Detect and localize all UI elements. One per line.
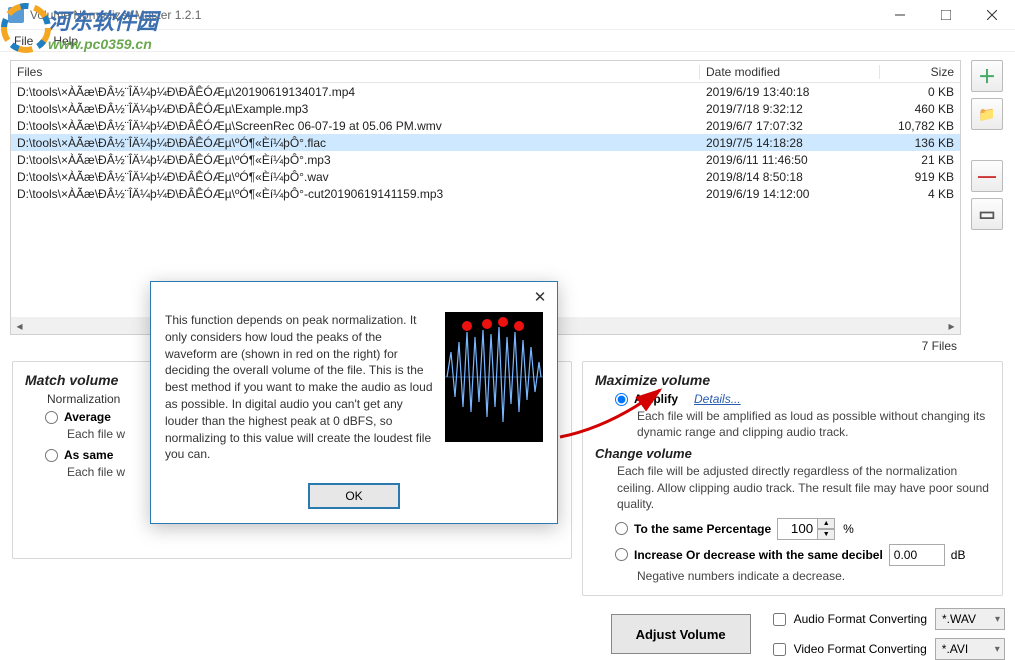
menu-help[interactable]: Help [45, 32, 86, 50]
dialog-close-button[interactable]: ✕ [525, 284, 555, 310]
cell-size: 0 KB [880, 85, 960, 99]
dialog-text: This function depends on peak normalizat… [165, 312, 435, 463]
decibel-label: Increase Or decrease with the same decib… [634, 548, 883, 562]
audio-convert-label: Audio Format Converting [794, 612, 927, 626]
decibel-input[interactable] [889, 544, 945, 566]
table-row[interactable]: D:\tools\×ÀÃæ\ÐÂ½¨ÎÄ¼þ¼Ð\ÐÂÊÓÆµ\ScreenRe… [11, 117, 960, 134]
cell-date: 2019/6/19 13:40:18 [700, 85, 880, 99]
dialog-ok-button[interactable]: OK [308, 483, 400, 509]
clear-icon: ▭ [978, 204, 995, 225]
file-list-header: Files Date modified Size [11, 61, 960, 83]
amplify-desc: Each file will be amplified as loud as p… [637, 408, 990, 440]
cell-date: 2019/7/18 9:32:12 [700, 102, 880, 116]
audio-format-combo[interactable]: *.WAV [935, 608, 1005, 630]
cell-date: 2019/7/5 14:18:28 [700, 136, 880, 150]
amplify-radio[interactable] [615, 393, 628, 406]
video-format-combo[interactable]: *.AVI [935, 638, 1005, 660]
audio-convert-checkbox[interactable] [773, 613, 786, 626]
percentage-input[interactable] [777, 518, 817, 540]
cell-size: 10,782 KB [880, 119, 960, 133]
details-dialog: ✕ This function depends on peak normaliz… [150, 281, 558, 524]
cell-size: 4 KB [880, 187, 960, 201]
table-row[interactable]: D:\tools\×ÀÃæ\ÐÂ½¨ÎÄ¼þ¼Ð\ÐÂÊÓÆµ\Example.… [11, 100, 960, 117]
video-convert-checkbox[interactable] [773, 643, 786, 656]
cell-path: D:\tools\×ÀÃæ\ÐÂ½¨ÎÄ¼þ¼Ð\ÐÂÊÓÆµ\ºÓ¶«Èí¼þ… [11, 153, 700, 167]
col-files[interactable]: Files [11, 65, 700, 79]
add-file-button[interactable]: ＋ [971, 60, 1003, 92]
table-row[interactable]: D:\tools\×ÀÃæ\ÐÂ½¨ÎÄ¼þ¼Ð\ÐÂÊÓÆµ\20190619… [11, 83, 960, 100]
as-same-radio[interactable] [45, 449, 58, 462]
average-radio[interactable] [45, 411, 58, 424]
app-icon [8, 7, 24, 23]
folder-plus-icon: 📁 [978, 106, 995, 123]
plus-icon: ＋ [978, 63, 996, 89]
to-percentage-label: To the same Percentage [634, 522, 771, 536]
maximize-volume-title: Maximize volume [595, 372, 990, 388]
menu-bar: File Help [0, 30, 1015, 52]
average-label: Average [64, 410, 111, 424]
waveform-preview [445, 312, 543, 442]
cell-path: D:\tools\×ÀÃæ\ÐÂ½¨ÎÄ¼þ¼Ð\ÐÂÊÓÆµ\ºÓ¶«Èí¼þ… [11, 187, 700, 201]
cell-size: 21 KB [880, 153, 960, 167]
scroll-right-icon[interactable]: ▸ [943, 317, 960, 334]
cell-path: D:\tools\×ÀÃæ\ÐÂ½¨ÎÄ¼þ¼Ð\ÐÂÊÓÆµ\ScreenRe… [11, 119, 700, 133]
percentage-suffix: % [843, 522, 854, 536]
cell-size: 460 KB [880, 102, 960, 116]
cell-date: 2019/6/7 17:07:32 [700, 119, 880, 133]
as-same-label: As same [64, 448, 113, 462]
cell-date: 2019/6/11 11:46:50 [700, 153, 880, 167]
adjust-volume-button[interactable]: Adjust Volume [611, 614, 751, 654]
maximize-button[interactable] [923, 0, 969, 30]
add-folder-button[interactable]: 📁 [971, 98, 1003, 130]
remove-file-button[interactable]: — [971, 160, 1003, 192]
table-row[interactable]: D:\tools\×ÀÃæ\ÐÂ½¨ÎÄ¼þ¼Ð\ÐÂÊÓÆµ\ºÓ¶«Èí¼þ… [11, 168, 960, 185]
col-size[interactable]: Size [880, 65, 960, 79]
decibel-radio[interactable] [615, 548, 628, 561]
cell-path: D:\tools\×ÀÃæ\ÐÂ½¨ÎÄ¼þ¼Ð\ÐÂÊÓÆµ\ºÓ¶«Èí¼þ… [11, 170, 700, 184]
menu-file[interactable]: File [6, 32, 41, 50]
cell-date: 2019/6/19 14:12:00 [700, 187, 880, 201]
cell-size: 919 KB [880, 170, 960, 184]
video-convert-label: Video Format Converting [794, 642, 927, 656]
cell-path: D:\tools\×ÀÃæ\ÐÂ½¨ÎÄ¼þ¼Ð\ÐÂÊÓÆµ\20190619… [11, 85, 700, 99]
change-volume-title: Change volume [595, 446, 990, 461]
to-percentage-radio[interactable] [615, 522, 628, 535]
decibel-note: Negative numbers indicate a decrease. [637, 568, 990, 584]
cell-path: D:\tools\×ÀÃæ\ÐÂ½¨ÎÄ¼þ¼Ð\ÐÂÊÓÆµ\ºÓ¶«Èí¼þ… [11, 136, 700, 150]
minus-icon: — [978, 166, 996, 187]
table-row[interactable]: D:\tools\×ÀÃæ\ÐÂ½¨ÎÄ¼þ¼Ð\ÐÂÊÓÆµ\ºÓ¶«Èí¼þ… [11, 134, 960, 151]
col-date[interactable]: Date modified [700, 65, 880, 79]
percentage-spinner[interactable]: ▲▼ [777, 518, 837, 540]
table-row[interactable]: D:\tools\×ÀÃæ\ÐÂ½¨ÎÄ¼þ¼Ð\ÐÂÊÓÆµ\ºÓ¶«Èí¼þ… [11, 151, 960, 168]
maximize-volume-group: Maximize volume Amplify Details... Each … [582, 361, 1003, 596]
cell-date: 2019/8/14 8:50:18 [700, 170, 880, 184]
close-icon: ✕ [534, 288, 547, 306]
cell-size: 136 KB [880, 136, 960, 150]
table-row[interactable]: D:\tools\×ÀÃæ\ÐÂ½¨ÎÄ¼þ¼Ð\ÐÂÊÓÆµ\ºÓ¶«Èí¼þ… [11, 185, 960, 202]
minimize-button[interactable] [877, 0, 923, 30]
spin-down-icon[interactable]: ▼ [817, 529, 835, 540]
clear-list-button[interactable]: ▭ [971, 198, 1003, 230]
change-volume-desc: Each file will be adjusted directly rega… [617, 463, 990, 512]
details-link[interactable]: Details... [694, 392, 741, 406]
cell-path: D:\tools\×ÀÃæ\ÐÂ½¨ÎÄ¼þ¼Ð\ÐÂÊÓÆµ\Example.… [11, 102, 700, 116]
scroll-left-icon[interactable]: ◂ [11, 317, 28, 334]
spin-up-icon[interactable]: ▲ [817, 518, 835, 529]
title-bar: Volume Normalizer Master 1.2.1 [0, 0, 1015, 30]
close-button[interactable] [969, 0, 1015, 30]
decibel-suffix: dB [951, 548, 966, 562]
amplify-label: Amplify [634, 392, 678, 406]
window-title: Volume Normalizer Master 1.2.1 [30, 8, 877, 22]
